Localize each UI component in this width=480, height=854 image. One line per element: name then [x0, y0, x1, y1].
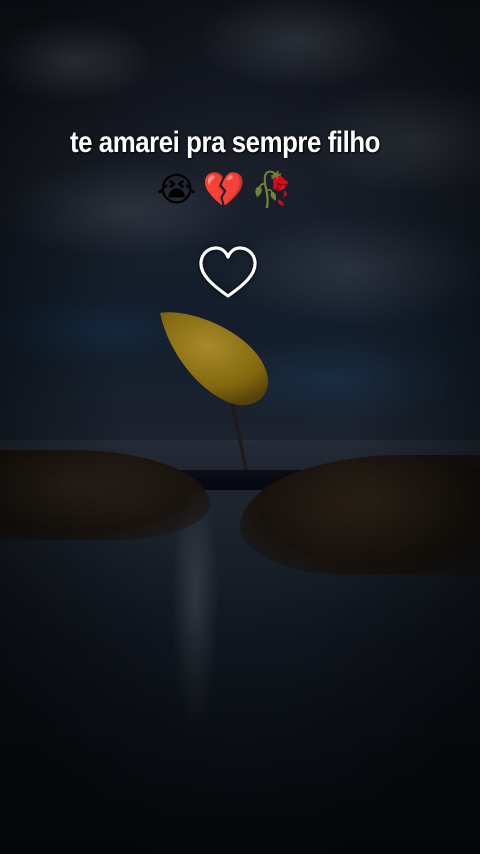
broken-heart-emoji: 💔	[202, 171, 245, 209]
caption-text: te amarei pra sempre filho	[69, 126, 381, 159]
video-frame: te amarei pra sempre filho 😭 💔 🥀	[0, 0, 480, 854]
heart-outline-icon	[199, 246, 257, 298]
caption-emojis: 😭 💔 🥀	[140, 168, 310, 214]
wilted-rose-emoji: 🥀	[250, 171, 294, 209]
crying-face-emoji: 😭	[156, 171, 197, 209]
